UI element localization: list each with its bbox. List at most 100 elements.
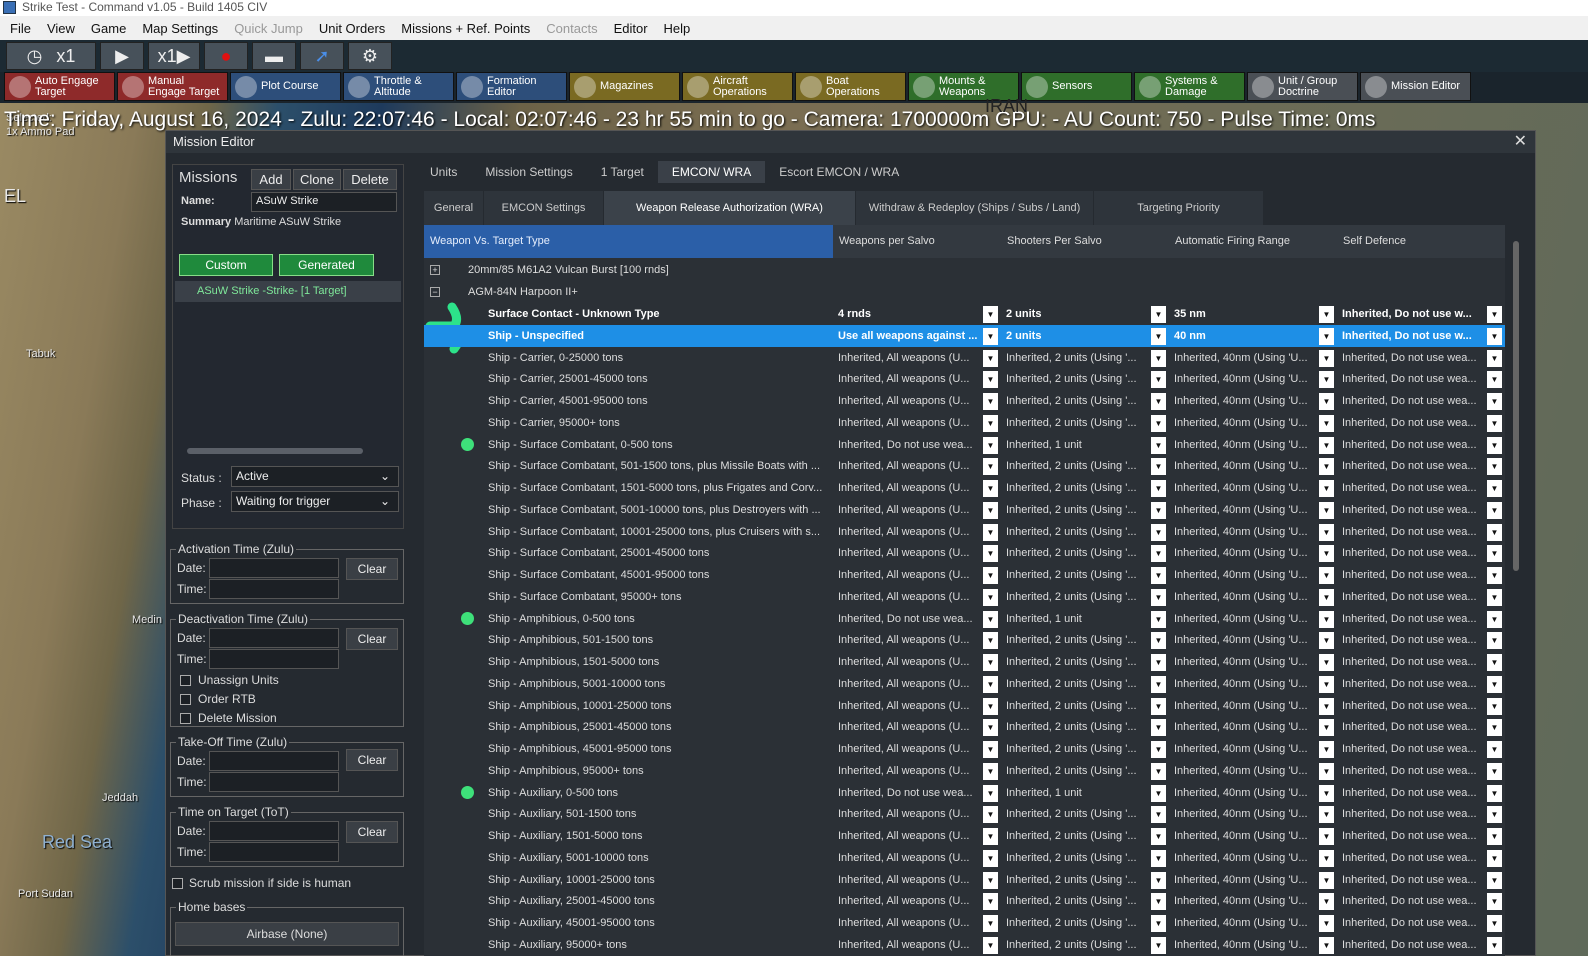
- subtab-withdraw-redeploy[interactable]: Withdraw & Redeploy (Ships / Subs / Land…: [856, 191, 1094, 225]
- dropdown-arrow-icon[interactable]: ▼: [1319, 371, 1334, 389]
- close-icon[interactable]: ✕: [1514, 131, 1527, 153]
- dropdown-arrow-icon[interactable]: ▼: [1319, 675, 1334, 693]
- dropdown-arrow-icon[interactable]: ▼: [1151, 741, 1166, 758]
- clock-speed-button[interactable]: ◷ x1: [6, 42, 96, 70]
- table-row[interactable]: Surface Contact - Unknown Type 4 rnds ▼ 2 u…: [424, 303, 1505, 325]
- dropdown-arrow-icon[interactable]: ▼: [1151, 632, 1166, 650]
- delete-mission-checkbox[interactable]: [180, 713, 191, 724]
- takeoff-date-field[interactable]: [209, 751, 339, 771]
- dropdown-arrow-icon[interactable]: ▼: [1487, 327, 1502, 345]
- dropdown-arrow-icon[interactable]: ▼: [1487, 458, 1502, 476]
- dropdown-arrow-icon[interactable]: ▼: [1319, 936, 1334, 954]
- collapse-icon[interactable]: −: [430, 287, 440, 297]
- layer-button[interactable]: ▬: [252, 42, 296, 70]
- dropdown-arrow-icon[interactable]: ▼: [983, 610, 998, 628]
- dropdown-arrow-icon[interactable]: ▼: [1151, 306, 1166, 323]
- dropdown-arrow-icon[interactable]: ▼: [1151, 719, 1166, 737]
- dropdown-arrow-icon[interactable]: ▼: [1319, 523, 1334, 541]
- toolbar-button[interactable]: Auto Engage Target: [4, 72, 115, 101]
- takeoff-clear-button[interactable]: Clear: [346, 749, 398, 771]
- table-row[interactable]: Ship - Unspecified Use all weapons agains…: [424, 324, 1505, 347]
- dropdown-arrow-icon[interactable]: ▼: [1487, 306, 1502, 323]
- table-row[interactable]: Ship - Amphibious, 0-500 tons Inherited, …: [424, 608, 1505, 630]
- dropdown-arrow-icon[interactable]: ▼: [1319, 610, 1334, 628]
- dropdown-arrow-icon[interactable]: ▼: [1487, 523, 1502, 541]
- table-row[interactable]: Ship - Surface Combatant, 0-500 tons Inhe…: [424, 434, 1505, 456]
- tab-mission-settings[interactable]: Mission Settings: [471, 161, 586, 183]
- dropdown-arrow-icon[interactable]: ▼: [1487, 806, 1502, 824]
- step-button[interactable]: x1 ▶: [148, 42, 200, 70]
- menu-file[interactable]: File: [2, 21, 39, 36]
- dropdown-arrow-icon[interactable]: ▼: [983, 480, 998, 497]
- table-row[interactable]: Ship - Auxiliary, 5001-10000 tons Inherit…: [424, 847, 1505, 869]
- dropdown-arrow-icon[interactable]: ▼: [1487, 610, 1502, 628]
- dropdown-arrow-icon[interactable]: ▼: [983, 567, 998, 584]
- dropdown-arrow-icon[interactable]: ▼: [1319, 327, 1334, 345]
- dropdown-arrow-icon[interactable]: ▼: [1319, 784, 1334, 802]
- menu-unit-orders[interactable]: Unit Orders: [311, 21, 393, 36]
- table-row[interactable]: Ship - Auxiliary, 45001-95000 tons Inheri…: [424, 912, 1505, 934]
- activation-date-field[interactable]: [209, 558, 339, 578]
- dropdown-arrow-icon[interactable]: ▼: [1319, 501, 1334, 519]
- dropdown-arrow-icon[interactable]: ▼: [1487, 414, 1502, 432]
- dropdown-arrow-icon[interactable]: ▼: [983, 414, 998, 432]
- table-row[interactable]: Ship - Amphibious, 10001-25000 tons Inher…: [424, 695, 1505, 717]
- col-weapon-target[interactable]: Weapon Vs. Target Type: [424, 225, 833, 258]
- dropdown-arrow-icon[interactable]: ▼: [1151, 567, 1166, 584]
- toolbar-button[interactable]: Magazines: [569, 72, 680, 101]
- dropdown-arrow-icon[interactable]: ▼: [1319, 545, 1334, 563]
- dropdown-arrow-icon[interactable]: ▼: [1319, 697, 1334, 715]
- table-row[interactable]: Ship - Carrier, 0-25000 tons Inherited, A…: [424, 347, 1505, 369]
- dropdown-arrow-icon[interactable]: ▼: [1487, 632, 1502, 650]
- dropdown-arrow-icon[interactable]: ▼: [983, 306, 998, 323]
- record-button[interactable]: ●: [204, 42, 248, 70]
- dropdown-arrow-icon[interactable]: ▼: [1319, 393, 1334, 410]
- dropdown-arrow-icon[interactable]: ▼: [983, 784, 998, 802]
- tab-target[interactable]: 1 Target: [587, 161, 658, 183]
- table-row[interactable]: Ship - Auxiliary, 10001-25000 tons Inheri…: [424, 869, 1505, 891]
- mission-list-item[interactable]: ASuW Strike -Strike- [1 Target]: [175, 281, 401, 302]
- dropdown-arrow-icon[interactable]: ▼: [1319, 349, 1334, 367]
- table-row[interactable]: Ship - Auxiliary, 501-1500 tons Inherited…: [424, 803, 1505, 825]
- dropdown-arrow-icon[interactable]: ▼: [1319, 893, 1334, 911]
- dropdown-arrow-icon[interactable]: ▼: [983, 458, 998, 476]
- dropdown-arrow-icon[interactable]: ▼: [983, 654, 998, 671]
- dropdown-arrow-icon[interactable]: ▼: [1487, 762, 1502, 780]
- dropdown-arrow-icon[interactable]: ▼: [1151, 393, 1166, 410]
- dropdown-arrow-icon[interactable]: ▼: [1151, 610, 1166, 628]
- table-row[interactable]: Ship - Surface Combatant, 5001-10000 ton…: [424, 499, 1505, 521]
- dropdown-arrow-icon[interactable]: ▼: [1151, 871, 1166, 889]
- activation-time-field[interactable]: [209, 579, 339, 599]
- dropdown-arrow-icon[interactable]: ▼: [983, 936, 998, 954]
- dropdown-arrow-icon[interactable]: ▼: [983, 371, 998, 389]
- dropdown-arrow-icon[interactable]: ▼: [1319, 414, 1334, 432]
- dropdown-arrow-icon[interactable]: ▼: [983, 675, 998, 693]
- dropdown-arrow-icon[interactable]: ▼: [1319, 458, 1334, 476]
- dropdown-arrow-icon[interactable]: ▼: [983, 545, 998, 563]
- play-button[interactable]: ▶: [100, 42, 144, 70]
- dropdown-arrow-icon[interactable]: ▼: [983, 393, 998, 410]
- dropdown-arrow-icon[interactable]: ▼: [1487, 936, 1502, 954]
- dropdown-arrow-icon[interactable]: ▼: [1319, 806, 1334, 824]
- table-row[interactable]: Ship - Amphibious, 45001-95000 tons Inher…: [424, 738, 1505, 760]
- toolbar-button[interactable]: Mission Editor: [1360, 72, 1471, 101]
- dropdown-arrow-icon[interactable]: ▼: [1151, 501, 1166, 519]
- table-row[interactable]: Ship - Surface Combatant, 95000+ tons Inh…: [424, 586, 1505, 608]
- grid-scrollbar[interactable]: [1513, 241, 1519, 571]
- table-row[interactable]: Ship - Auxiliary, 95000+ tons Inherited, …: [424, 934, 1505, 956]
- dropdown-arrow-icon[interactable]: ▼: [1151, 806, 1166, 824]
- dropdown-arrow-icon[interactable]: ▼: [983, 501, 998, 519]
- dropdown-arrow-icon[interactable]: ▼: [1151, 675, 1166, 693]
- menu-missions[interactable]: Missions + Ref. Points: [393, 21, 538, 36]
- toolbar-button[interactable]: Aircraft Operations: [682, 72, 793, 101]
- custom-button[interactable]: Custom: [179, 254, 273, 276]
- dropdown-arrow-icon[interactable]: ▼: [1319, 828, 1334, 845]
- dropdown-arrow-icon[interactable]: ▼: [1487, 915, 1502, 932]
- dropdown-arrow-icon[interactable]: ▼: [1487, 349, 1502, 367]
- scrub-mission-checkbox[interactable]: [172, 878, 183, 889]
- table-row[interactable]: Ship - Surface Combatant, 1501-5000 tons…: [424, 477, 1505, 499]
- dropdown-arrow-icon[interactable]: ▼: [983, 806, 998, 824]
- dropdown-arrow-icon[interactable]: ▼: [1151, 849, 1166, 867]
- table-row[interactable]: Ship - Amphibious, 5001-10000 tons Inheri…: [424, 673, 1505, 695]
- tab-escort-emcon-wra[interactable]: Escort EMCON / WRA: [765, 161, 913, 183]
